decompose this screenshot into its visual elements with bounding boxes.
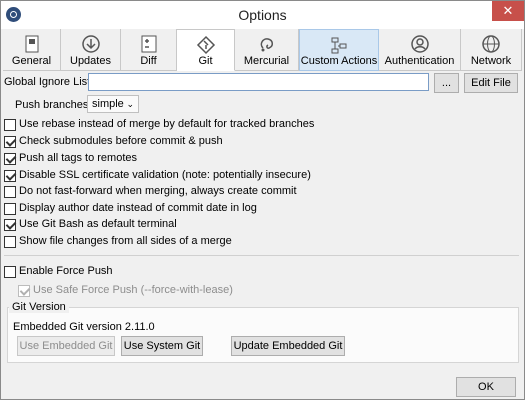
tab-authentication-label: Authentication <box>384 55 455 67</box>
checkbox[interactable] <box>4 266 16 278</box>
network-icon <box>482 35 500 53</box>
git-version-title: Git Version <box>9 301 69 313</box>
tab-mercurial-label: Mercurial <box>243 55 290 67</box>
tab-bar: General Updates Diff Git Mercurial Custo… <box>1 29 524 71</box>
checkbox[interactable] <box>4 136 16 148</box>
edit-file-button[interactable]: Edit File <box>464 73 518 93</box>
option-label: Use Git Bash as default terminal <box>19 218 177 230</box>
option-label: Use rebase instead of merge by default f… <box>19 118 315 130</box>
mercurial-icon <box>260 38 273 52</box>
tab-custom-actions-label: Custom Actions <box>300 55 378 67</box>
push-branches-select[interactable]: simple ⌄ <box>87 95 139 113</box>
authentication-icon <box>410 35 429 53</box>
push-branches-label: Push branches: <box>15 99 92 111</box>
option-label: Push all tags to remotes <box>19 152 138 164</box>
tab-general[interactable]: General <box>3 29 61 71</box>
tab-updates-label: Updates <box>70 55 111 67</box>
global-ignore-input[interactable] <box>88 73 429 91</box>
checkbox <box>18 285 30 297</box>
title-bar: Options ✕ <box>1 1 524 29</box>
push-branches-value: simple <box>92 98 124 110</box>
tab-diff-label: Diff <box>140 55 157 67</box>
dialog-footer: OK <box>1 371 524 399</box>
git-icon <box>196 35 215 55</box>
option-label: Disable SSL certificate validation (note… <box>19 169 311 181</box>
git-settings-panel: Global Ignore List: ... Edit File Push b… <box>1 71 524 371</box>
options-window: Options ✕ General Updates Diff Git Mercu… <box>0 0 525 400</box>
global-ignore-label: Global Ignore List: <box>4 76 94 88</box>
tab-git-label: Git <box>198 55 213 67</box>
chevron-down-icon: ⌄ <box>126 99 134 109</box>
tab-authentication[interactable]: Authentication <box>379 29 461 71</box>
tab-custom-actions[interactable]: Custom Actions <box>299 29 379 71</box>
tab-general-label: General <box>11 55 52 67</box>
tab-network[interactable]: Network <box>461 29 522 71</box>
use-system-git-button[interactable]: Use System Git <box>121 336 203 356</box>
tab-updates[interactable]: Updates <box>61 29 121 71</box>
tab-git[interactable]: Git <box>177 29 235 71</box>
checkbox[interactable] <box>4 170 16 182</box>
browse-button[interactable]: ... <box>434 73 459 93</box>
tab-diff[interactable]: Diff <box>121 29 177 71</box>
section-divider <box>4 255 519 256</box>
close-button[interactable]: ✕ <box>492 1 524 21</box>
ok-button[interactable]: OK <box>456 377 516 397</box>
embedded-git-version: Embedded Git version 2.11.0 <box>13 321 155 333</box>
option-label: Use Safe Force Push (--force-with-lease) <box>33 284 233 296</box>
option-label: Show file changes from all sides of a me… <box>19 235 232 247</box>
tab-mercurial[interactable]: Mercurial <box>235 29 299 71</box>
checkbox[interactable] <box>4 236 16 248</box>
checkbox[interactable] <box>4 203 16 215</box>
checkbox[interactable] <box>4 153 16 165</box>
option-label: Enable Force Push <box>19 265 113 277</box>
general-icon <box>25 35 38 53</box>
updates-icon <box>81 35 100 53</box>
tab-network-label: Network <box>470 55 512 67</box>
option-label: Do not fast-forward when merging, always… <box>19 185 297 197</box>
diff-icon <box>141 35 156 53</box>
checkbox[interactable] <box>4 219 16 231</box>
window-title: Options <box>238 7 287 23</box>
update-embedded-git-button[interactable]: Update Embedded Git <box>231 336 345 356</box>
option-label: Check submodules before commit & push <box>19 135 223 147</box>
use-embedded-git-button: Use Embedded Git <box>17 336 115 356</box>
checkbox[interactable] <box>4 186 16 198</box>
checkbox[interactable] <box>4 119 16 131</box>
option-label: Display author date instead of commit da… <box>19 202 257 214</box>
custom-actions-icon <box>331 37 347 54</box>
